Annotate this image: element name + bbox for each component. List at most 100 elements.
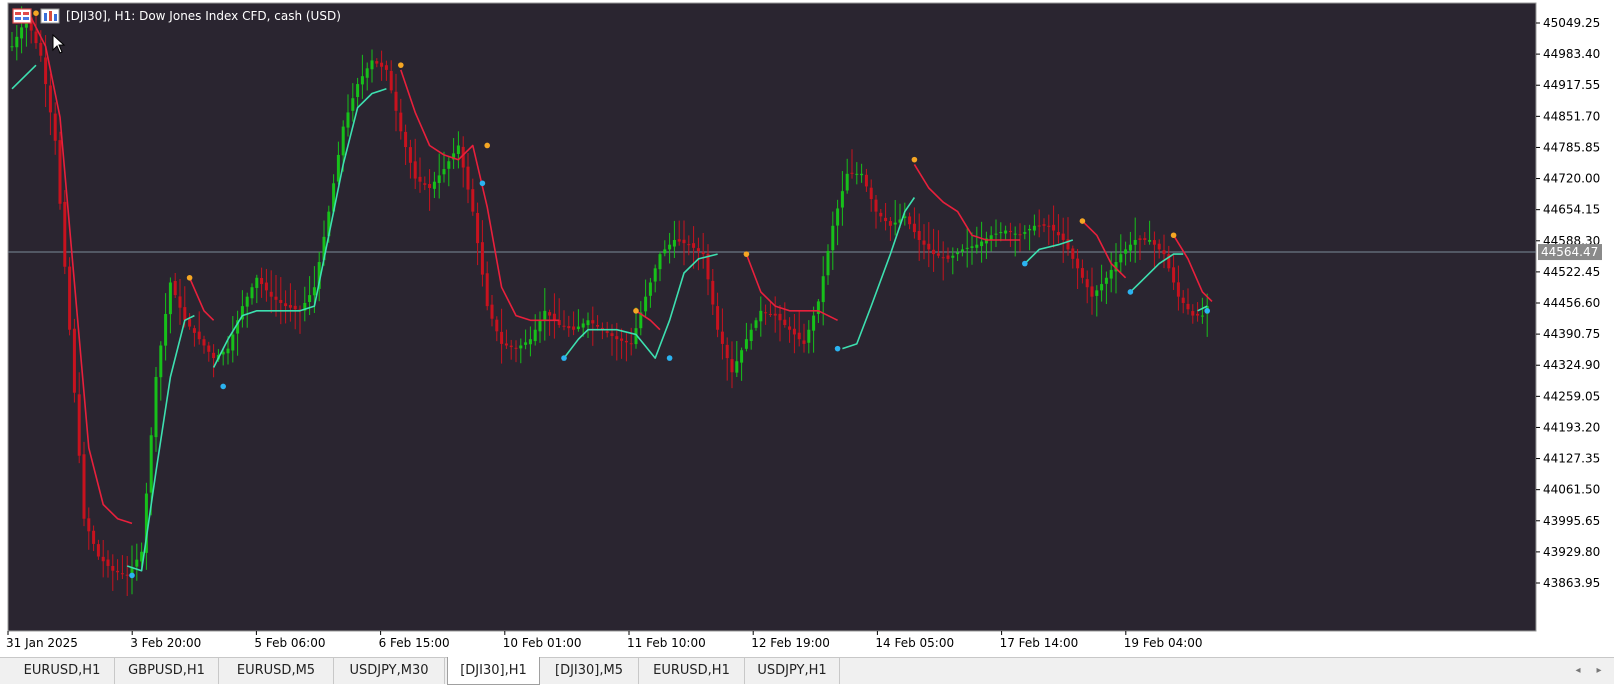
price-tick-label: 44390.75 <box>1543 327 1600 341</box>
candle-body <box>687 244 691 246</box>
candle-body <box>845 173 849 191</box>
candle-body <box>836 208 840 226</box>
candle-body <box>135 559 139 567</box>
candle-body <box>802 340 806 344</box>
time-tick-label: 6 Feb 15:00 <box>379 636 450 650</box>
candle-body <box>389 70 393 91</box>
candle-body <box>1119 254 1123 263</box>
candle-body <box>404 131 408 148</box>
swing-low-dot <box>1127 289 1134 295</box>
price-tick-label: 44259.05 <box>1543 389 1600 403</box>
time-tick-label: 3 Feb 20:00 <box>130 636 201 650</box>
candle-body <box>375 61 379 64</box>
chart-tab[interactable]: USDJPY,H1 <box>745 658 840 684</box>
candle-body <box>1076 258 1080 269</box>
chart-tab[interactable]: [DJI30],M5 <box>540 658 639 684</box>
candle-body <box>941 257 945 259</box>
candle-body <box>533 329 537 342</box>
candle-body <box>1181 297 1185 303</box>
candle-body <box>572 326 576 330</box>
candle-body <box>408 147 412 163</box>
time-tick-label: 31 Jan 2025 <box>6 636 78 650</box>
candle-body <box>423 183 427 185</box>
candle-body <box>908 216 912 225</box>
candle-body <box>1018 234 1022 236</box>
candle-body <box>346 112 350 128</box>
tab-scroll-right-icon[interactable]: ▸ <box>1590 658 1608 684</box>
candle-body <box>524 342 528 345</box>
chart-title: [DJI30], H1: Dow Jones Index CFD, cash (… <box>66 9 341 23</box>
candle-body <box>884 217 888 222</box>
candle-body <box>615 336 619 340</box>
candle-body <box>668 244 672 250</box>
chart-type-icon[interactable] <box>40 8 60 24</box>
chart-tab[interactable]: EURUSD,H1 <box>10 658 115 684</box>
candle-body <box>149 435 153 493</box>
candle-body <box>447 161 451 169</box>
candle-body <box>970 246 974 248</box>
candle-body <box>428 184 432 189</box>
time-tick-label: 5 Feb 06:00 <box>254 636 325 650</box>
candle-body <box>701 252 705 255</box>
price-tick-label: 44127.35 <box>1543 452 1600 466</box>
candle-body <box>999 232 1003 234</box>
candle-body <box>1157 243 1161 250</box>
chart-tab[interactable]: [DJI30],H1 <box>447 657 540 685</box>
candle-body <box>356 84 360 97</box>
candle-body <box>936 253 940 256</box>
candle-body <box>1085 279 1089 288</box>
candle-body <box>869 187 873 200</box>
candle-body <box>312 287 316 296</box>
swing-low-dot <box>129 572 135 579</box>
swing-low-dot <box>1204 308 1210 314</box>
candle-body <box>394 91 398 111</box>
swing-high-dot <box>398 62 404 68</box>
candle-body <box>399 112 403 132</box>
price-tick-label: 44917.55 <box>1543 78 1600 92</box>
candle-body <box>624 340 628 343</box>
price-tick-label: 44720.00 <box>1543 172 1600 186</box>
candle-body <box>1056 232 1060 236</box>
swing-high-dot <box>186 274 193 281</box>
chart-tab[interactable]: GBPUSD,H1 <box>115 658 219 684</box>
candle-body <box>293 305 297 310</box>
price-chart[interactable]: 45049.25 44983.40 44917.55 44851.70 44785.85… <box>0 0 1614 656</box>
swing-high-dot <box>33 10 39 16</box>
tab-scroll-left-icon[interactable]: ◂ <box>1569 658 1587 684</box>
candle-body <box>840 191 844 208</box>
candle-body <box>519 345 523 349</box>
candle-body <box>437 175 441 183</box>
candle-body <box>989 235 993 240</box>
swing-high-dot <box>484 142 491 149</box>
price-tick-label: 43929.80 <box>1543 545 1600 559</box>
candle-body <box>207 345 211 352</box>
candle-body <box>504 343 508 346</box>
candle-body <box>365 68 369 78</box>
chart-tab[interactable]: EURUSD,M5 <box>219 658 334 684</box>
candle-body <box>658 254 662 270</box>
candle-body <box>1008 230 1012 233</box>
candle-body <box>48 85 52 113</box>
candle-body <box>677 239 681 242</box>
time-tick-label: 14 Feb 05:00 <box>875 636 954 650</box>
candle-body <box>58 140 62 204</box>
candle-body <box>360 76 364 85</box>
price-tick-label: 43995.65 <box>1543 514 1600 528</box>
candle-body <box>418 176 422 182</box>
candle-body <box>125 574 129 576</box>
swing-high-dot <box>1079 218 1086 224</box>
symbol-grid-icon[interactable] <box>12 8 32 24</box>
candle-body <box>245 296 249 307</box>
candle-body <box>764 312 768 314</box>
candle-body <box>629 343 633 345</box>
candle-body <box>672 239 676 247</box>
candle-body <box>34 31 38 44</box>
price-tick-label: 44522.45 <box>1543 265 1600 279</box>
candle-body <box>591 320 595 324</box>
candle-body <box>178 296 182 308</box>
chart-tab[interactable]: USDJPY,M30 <box>334 658 445 684</box>
chart-window[interactable]: 45049.25 44983.40 44917.55 44851.70 44785.85… <box>0 0 1614 656</box>
candle-body <box>274 296 278 300</box>
chart-tab[interactable]: EURUSD,H1 <box>639 658 745 684</box>
candle-body <box>605 331 609 333</box>
